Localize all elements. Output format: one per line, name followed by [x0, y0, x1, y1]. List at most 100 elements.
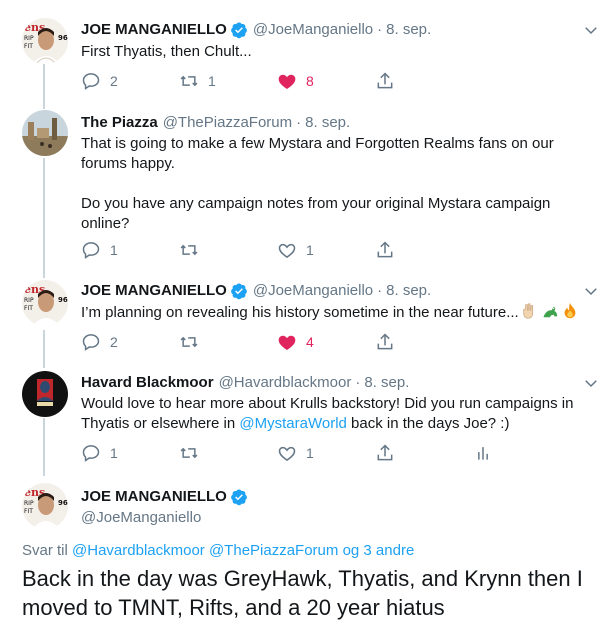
- tweet-header: JOE MANGANIELLO @JoeManganiello · 8. sep…: [81, 20, 431, 40]
- tweet[interactable]: ens RIP FIT 96 JOE MANGANIELLO @JoeManga…: [0, 0, 616, 105]
- dragon-emoji-icon: [543, 306, 557, 318]
- retweet-button[interactable]: [179, 332, 277, 352]
- share-icon: [377, 444, 393, 461]
- reply-button[interactable]: 2: [81, 71, 179, 91]
- retweet-icon: [180, 447, 198, 459]
- tweet-date[interactable]: 8. sep.: [305, 113, 350, 133]
- author-handle[interactable]: @Havardblackmoor: [219, 373, 352, 393]
- author-handle[interactable]: @JoeManganiello: [253, 281, 373, 301]
- retweet-icon: [180, 75, 198, 87]
- share-icon: [377, 333, 393, 350]
- svg-text:96: 96: [58, 296, 68, 304]
- like-count: 1: [306, 242, 314, 258]
- like-icon: [278, 74, 296, 89]
- retweet-count: 1: [208, 73, 216, 89]
- author-name[interactable]: JOE MANGANIELLO: [81, 487, 227, 507]
- reply-icon: [82, 242, 100, 259]
- svg-text:RIP: RIP: [24, 500, 34, 507]
- tweet-actions: 2 1 8: [81, 70, 473, 92]
- like-button[interactable]: 4: [277, 332, 375, 352]
- author-name[interactable]: The Piazza: [81, 113, 158, 133]
- share-button[interactable]: [375, 443, 473, 463]
- reply-button[interactable]: 2: [81, 332, 179, 352]
- chevron-down-icon[interactable]: [582, 21, 600, 39]
- tweet-text-tail: back in the days Joe? :): [346, 415, 510, 432]
- avatar[interactable]: ens RIP FIT 96: [22, 483, 68, 529]
- like-count: 8: [306, 73, 314, 89]
- retweet-icon: [180, 244, 198, 256]
- svg-text:FIT: FIT: [24, 508, 33, 515]
- tweet-date[interactable]: 8. sep.: [364, 373, 409, 393]
- author-name[interactable]: JOE MANGANIELLO: [81, 20, 227, 40]
- separator-dot: ·: [377, 282, 383, 299]
- tweet-text: First Thyatis, then Chult...: [81, 43, 252, 60]
- avatar[interactable]: ens RIP FIT 96: [22, 280, 68, 326]
- share-button[interactable]: [375, 71, 473, 91]
- tweet-date[interactable]: 8. sep.: [386, 20, 431, 40]
- mention-link[interactable]: @MystaraWorld: [239, 415, 346, 432]
- verified-icon: [230, 22, 247, 39]
- tweet-actions: 1 1: [81, 442, 571, 464]
- author-handle[interactable]: @JoeManganiello: [81, 508, 248, 528]
- replying-to: Svar til @Havardblackmoor @ThePiazzaForu…: [22, 542, 414, 559]
- retweet-button[interactable]: [179, 240, 277, 260]
- like-button[interactable]: 8: [277, 71, 375, 91]
- hand-horns-emoji-icon: [523, 303, 533, 319]
- tweet-text: That is going to make a few Mystara and …: [81, 135, 554, 232]
- tweet-text: Would love to hear more about Krulls bac…: [81, 394, 581, 434]
- share-icon: [377, 241, 393, 258]
- reply-count: 1: [110, 242, 118, 258]
- author-handle[interactable]: @ThePiazzaForum: [163, 113, 292, 133]
- verified-icon: [230, 489, 247, 506]
- like-icon: [278, 446, 296, 461]
- author-handle[interactable]: @JoeManganiello: [253, 20, 373, 40]
- like-count: 4: [306, 334, 314, 350]
- replying-to-label: Svar til: [22, 542, 68, 559]
- like-count: 1: [306, 445, 314, 461]
- chevron-down-icon[interactable]: [582, 374, 600, 392]
- tweet[interactable]: ens RIP FIT 96 JOE MANGANIELLO @JoeManga…: [0, 273, 616, 365]
- retweet-button[interactable]: [179, 443, 277, 463]
- reply-icon: [82, 445, 100, 462]
- reply-count: 1: [110, 445, 118, 461]
- share-icon: [377, 72, 393, 89]
- reply-icon: [82, 334, 100, 351]
- svg-text:FIT: FIT: [24, 43, 33, 50]
- retweet-icon: [180, 336, 198, 348]
- author-name[interactable]: JOE MANGANIELLO: [81, 281, 227, 301]
- tweet[interactable]: The Piazza @ThePiazzaForum · 8. sep. Tha…: [0, 105, 616, 273]
- tweet-header: The Piazza @ThePiazzaForum · 8. sep.: [81, 113, 350, 133]
- fire-emoji-icon: [564, 302, 576, 319]
- main-tweet-header: JOE MANGANIELLO @JoeManganiello: [81, 487, 248, 528]
- replying-to-others[interactable]: og 3 andre: [343, 542, 415, 559]
- svg-text:RIP: RIP: [24, 35, 34, 42]
- reply-button[interactable]: 1: [81, 240, 179, 260]
- like-button[interactable]: 1: [277, 240, 375, 260]
- reply-count: 2: [110, 73, 118, 89]
- avatar[interactable]: ens RIP FIT 96: [22, 18, 68, 64]
- svg-text:96: 96: [58, 34, 68, 42]
- avatar[interactable]: [22, 110, 68, 156]
- main-tweet-text: Back in the day was GreyHawk, Thyatis, a…: [22, 566, 583, 620]
- reply-button[interactable]: 1: [81, 443, 179, 463]
- reply-icon: [82, 73, 100, 90]
- like-icon: [278, 243, 296, 258]
- tweet-text: I’m planning on revealing his history so…: [81, 302, 581, 323]
- analytics-icon: [478, 447, 488, 460]
- reply-count: 2: [110, 334, 118, 350]
- avatar[interactable]: [22, 371, 68, 417]
- like-icon: [278, 335, 296, 350]
- share-button[interactable]: [375, 332, 473, 352]
- author-name[interactable]: Havard Blackmoor: [81, 373, 214, 393]
- like-button[interactable]: 1: [277, 443, 375, 463]
- retweet-button[interactable]: 1: [179, 71, 277, 91]
- share-button[interactable]: [375, 240, 473, 260]
- replying-to-users[interactable]: @Havardblackmoor @ThePiazzaForum: [72, 542, 338, 559]
- tweet[interactable]: Havard Blackmoor @Havardblackmoor · 8. s…: [0, 365, 616, 477]
- tweet-text-body: I’m planning on revealing his history so…: [81, 304, 519, 321]
- analytics-button[interactable]: [473, 443, 571, 463]
- tweet-date[interactable]: 8. sep.: [386, 281, 431, 301]
- verified-icon: [230, 283, 247, 300]
- chevron-down-icon[interactable]: [582, 282, 600, 300]
- separator-dot: ·: [377, 21, 383, 38]
